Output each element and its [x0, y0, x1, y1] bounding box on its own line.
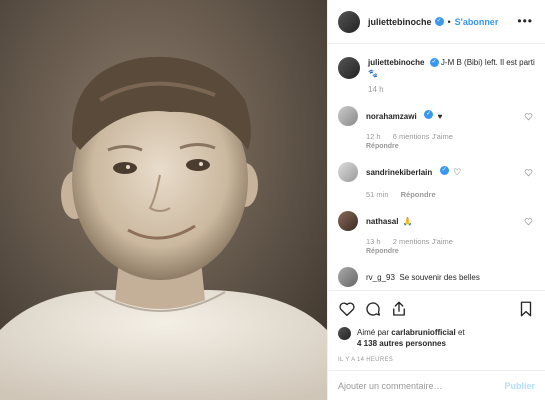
follow-button[interactable]: S'abonner [455, 17, 499, 27]
heart-icon[interactable] [338, 300, 356, 318]
reply-button[interactable]: Répondre [366, 143, 535, 150]
caption: juliettebinoche ✓ J-M B (Bibi) left. Il … [338, 57, 535, 79]
avatar[interactable] [338, 162, 358, 182]
list-item: sandrinekiberlain ✓ ♡ 51 min Répondre [338, 162, 535, 199]
avatar[interactable] [338, 106, 358, 126]
comment-input[interactable] [338, 380, 505, 391]
comment-time: 12 h [366, 132, 381, 141]
bookmark-icon[interactable] [517, 300, 535, 318]
heart-icon[interactable] [524, 168, 533, 177]
post-actions: Aimé par carlabruniofficial et 4 138 aut… [328, 290, 545, 363]
verified-badge-icon: ✓ [424, 110, 434, 120]
comment-username[interactable]: rv_g_93 [366, 273, 395, 282]
child-portrait-image [0, 0, 327, 400]
add-comment-bar: Publier [328, 370, 545, 400]
comment-time: 51 min [366, 190, 389, 199]
reply-button[interactable]: Répondre [366, 248, 535, 255]
list-item: rv_g_93 Se souvenir des belles [338, 267, 535, 287]
likes-others[interactable]: 4 138 autres personnes [357, 339, 446, 348]
comment-text: Se souvenir des belles [399, 273, 480, 282]
avatar[interactable] [338, 10, 360, 33]
likes-prefix: Aimé par [357, 328, 390, 337]
heart-icon[interactable] [524, 217, 533, 226]
separator-dot: • [447, 16, 451, 27]
header-username[interactable]: juliettebinoche [368, 17, 432, 27]
list-item: norahamzawi ✓ ♥ 12 h 6 mentions J'aime R… [338, 106, 535, 150]
avatar[interactable] [338, 267, 358, 287]
likes-user[interactable]: carlabruniofficial [391, 328, 455, 337]
list-item: nathasal 🙏 13 h 2 mentions J'aime Répond… [338, 211, 535, 255]
verified-badge-icon: ✓ [429, 58, 439, 68]
verified-badge-icon: ✓ [439, 166, 449, 176]
more-options-icon[interactable]: ••• [517, 14, 533, 28]
avatar[interactable] [338, 327, 351, 340]
reply-button[interactable]: Répondre [401, 190, 436, 199]
caption-time: 14 h [368, 85, 384, 94]
comment-likes[interactable]: 6 mentions J'aime [393, 132, 453, 141]
comment-username[interactable]: sandrinekiberlain [366, 168, 432, 177]
comments-list[interactable]: juliettebinoche ✓ J-M B (Bibi) left. Il … [328, 45, 545, 288]
comment-likes[interactable]: 2 mentions J'aime [393, 237, 453, 246]
post-side-panel: juliettebinoche ✓ • S'abonner ••• juliet… [327, 0, 545, 400]
comment-icon[interactable] [364, 300, 382, 318]
share-icon[interactable] [390, 300, 408, 318]
comment-username[interactable]: norahamzawi [366, 112, 417, 121]
avatar[interactable] [338, 57, 360, 79]
verified-badge-icon: ✓ [434, 17, 444, 26]
likes-middle: et [457, 328, 465, 337]
heart-icon[interactable] [524, 112, 533, 121]
caption-username[interactable]: juliettebinoche [368, 58, 424, 67]
post-photo[interactable] [0, 0, 327, 400]
post-comment-button[interactable]: Publier [504, 381, 535, 391]
comment-time: 13 h [366, 237, 381, 246]
comment-text: 🙏 [402, 217, 413, 226]
likes-summary: Aimé par carlabruniofficial et 4 138 aut… [338, 327, 535, 349]
comment-text: ♥ [437, 112, 443, 121]
comment-username[interactable]: nathasal [366, 217, 398, 226]
avatar[interactable] [338, 211, 358, 231]
post-time-ago: IL Y A 14 HEURES [338, 357, 394, 363]
post-header: juliettebinoche ✓ • S'abonner ••• [328, 0, 545, 44]
comment-text: ♡ [453, 167, 462, 177]
